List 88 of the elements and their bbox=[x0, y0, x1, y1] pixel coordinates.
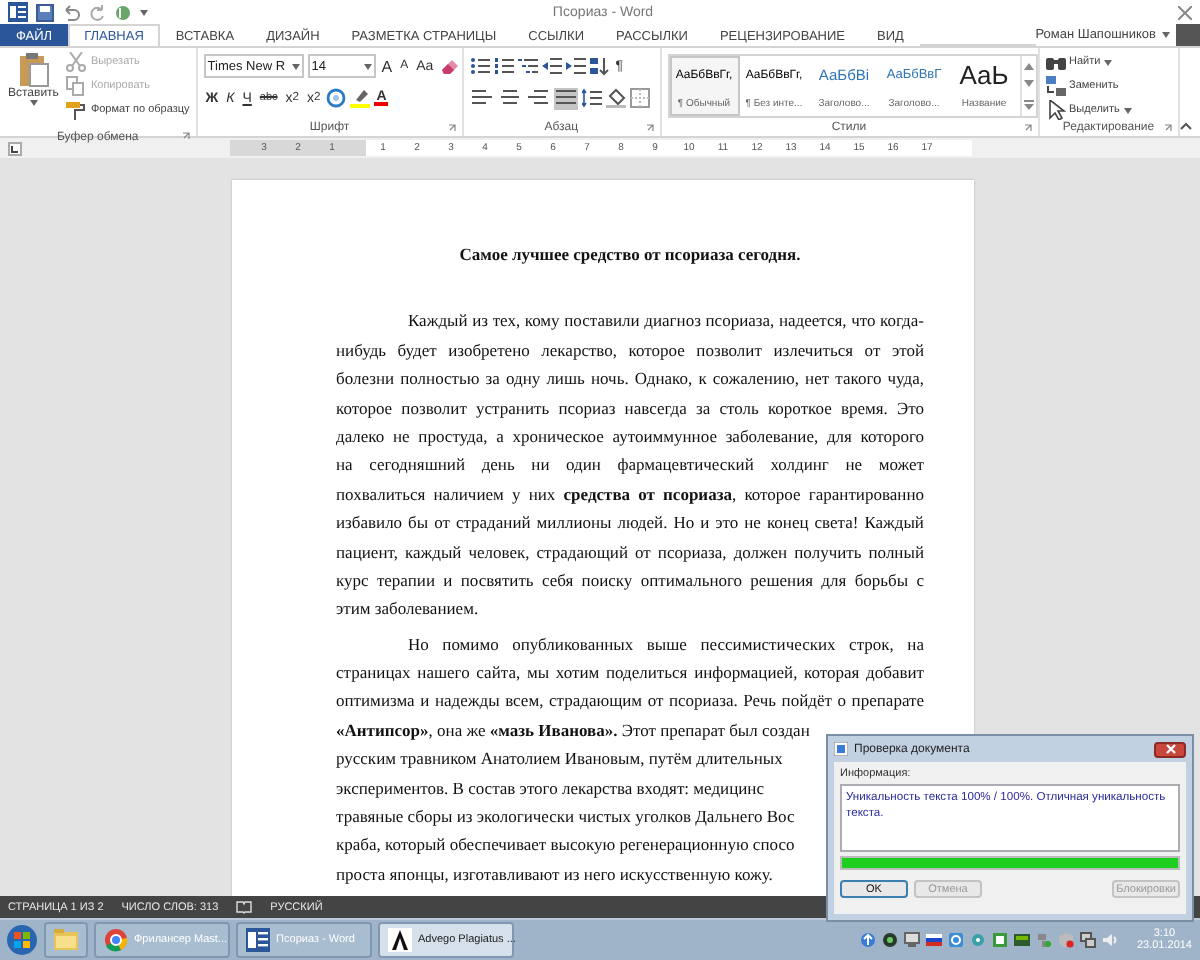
align-right-button[interactable] bbox=[525, 87, 550, 109]
letter-a-icon bbox=[388, 928, 412, 952]
text-line: страницах нашего сайта, мы хотим поделиться информацией, которая добавит bbox=[336, 660, 924, 687]
text-line: экспериментов. В состав этого лекарства входят: медицинс bbox=[336, 775, 764, 802]
tab-selector-icon[interactable] bbox=[8, 141, 22, 155]
text-effects-icon[interactable] bbox=[326, 88, 347, 108]
binoculars-icon bbox=[1045, 52, 1065, 72]
more-icon[interactable] bbox=[1023, 100, 1033, 111]
text-line: русским травником Анатолием Ивановым, путём длительных bbox=[336, 746, 783, 773]
shield-icon[interactable] bbox=[1058, 932, 1075, 948]
cursor-icon bbox=[1045, 100, 1065, 120]
text-line: проста японцы, изготавливают из него искусственную кожу. bbox=[336, 861, 773, 888]
dialog-launcher-icon[interactable] bbox=[447, 124, 456, 132]
text-line: курс терапии и посвятить себя поиску оптимального решения для борьбы с bbox=[336, 567, 924, 594]
grow-font-button[interactable]: A bbox=[379, 55, 395, 77]
multilevel-list-icon[interactable] bbox=[517, 56, 538, 76]
scroll-up-icon[interactable] bbox=[1023, 61, 1033, 70]
text-line: травяные сборы из экологически чистых уголков Дальнего Вос bbox=[336, 804, 795, 831]
close-icon bbox=[1165, 744, 1175, 754]
text-line: оптимизма и надежды всем, страдающим от псориаза. Речь пойдёт о препарате bbox=[336, 688, 924, 715]
increase-indent-icon[interactable] bbox=[565, 56, 586, 76]
text-line: избавило бы от страданий миллионы людей. Но и это не конец света! Каждый bbox=[336, 510, 924, 537]
caret-icon[interactable] bbox=[1162, 32, 1170, 38]
replace-icon bbox=[1045, 76, 1065, 96]
bullet-list-icon[interactable] bbox=[469, 56, 490, 76]
paintbrush-icon bbox=[66, 100, 87, 120]
close-icon[interactable] bbox=[1178, 5, 1192, 19]
document-title: Самое лучшее средство от псориаза сегодня. bbox=[457, 242, 803, 268]
caret-icon[interactable] bbox=[363, 63, 372, 69]
caret-icon[interactable] bbox=[140, 9, 148, 15]
monitor-icon[interactable] bbox=[904, 932, 921, 948]
scissors-icon bbox=[66, 52, 87, 72]
computer-icon[interactable] bbox=[1080, 932, 1097, 948]
caret-icon bbox=[1104, 59, 1113, 65]
line-spacing-icon[interactable] bbox=[581, 88, 602, 108]
scroll-down-icon[interactable] bbox=[1023, 80, 1033, 89]
text-line: этим заболеванием. bbox=[336, 596, 479, 623]
touch-mode-icon[interactable] bbox=[114, 3, 132, 21]
eraser-icon[interactable] bbox=[439, 56, 460, 76]
card-icon[interactable] bbox=[1014, 932, 1031, 948]
align-justify-button[interactable] bbox=[553, 87, 578, 109]
text-line: краба, который обеспечивает высокую регенерационную спосо bbox=[336, 832, 795, 859]
align-center-icon bbox=[499, 88, 520, 108]
close-button[interactable] bbox=[1154, 741, 1186, 757]
undo-icon[interactable] bbox=[62, 3, 80, 21]
dialog-launcher-icon[interactable] bbox=[1164, 124, 1172, 132]
square-icon[interactable] bbox=[948, 932, 965, 948]
decrease-indent-icon[interactable] bbox=[541, 56, 562, 76]
folder-icon bbox=[54, 928, 78, 952]
dialog-launcher-icon[interactable] bbox=[645, 124, 653, 132]
caret-icon[interactable] bbox=[291, 63, 300, 69]
text-line: «Антипсор», она же «мазь Иванова». Этот препарат был создан bbox=[336, 717, 810, 744]
text-line: пациент, каждый человек, страдающий от псориаза, должен получить полный bbox=[336, 539, 924, 566]
text-line: далеко не простуда, а хроническое аутоиммунное заболевание, для которого bbox=[336, 423, 924, 450]
clipboard-icon[interactable] bbox=[17, 52, 50, 88]
text-line: Каждый из тех, кому поставили диагноз псориаза, надеется, что когда- bbox=[406, 308, 924, 335]
avatar-placeholder bbox=[1176, 24, 1200, 46]
text-line: которое позволит устранить псориаз навсегда за столь короткое время. Это bbox=[336, 395, 924, 422]
align-center-button[interactable] bbox=[497, 87, 522, 109]
browser-icon bbox=[104, 928, 128, 952]
caret-icon bbox=[1123, 107, 1132, 113]
document-icon bbox=[246, 928, 270, 952]
proofing-book-icon[interactable] bbox=[236, 900, 253, 914]
upload-arrow-icon[interactable] bbox=[860, 932, 877, 948]
text-line: похвалиться наличием у них средства от псориаза, которое гарантированно bbox=[336, 481, 924, 508]
round-icon[interactable] bbox=[882, 932, 899, 948]
caret-icon[interactable] bbox=[29, 100, 38, 106]
align-left-button[interactable] bbox=[469, 87, 494, 109]
text-line: болезни полностью за одну лишь ночь. Однако, к сожалению, нет такого чуда, bbox=[336, 366, 924, 393]
text-line: Но помимо опубликованных выше пессимистических строк, на bbox=[406, 631, 924, 658]
paint-bucket-icon[interactable] bbox=[605, 88, 626, 108]
start-button-icon[interactable] bbox=[6, 924, 38, 956]
numbered-list-icon[interactable] bbox=[493, 56, 514, 76]
dialog-launcher-icon[interactable] bbox=[1023, 124, 1031, 132]
highlighter-icon[interactable] bbox=[350, 88, 371, 108]
app-icon bbox=[834, 742, 848, 756]
app-window-icon[interactable] bbox=[992, 932, 1009, 948]
dialog-launcher-icon[interactable] bbox=[181, 132, 190, 140]
align-right-icon bbox=[527, 88, 548, 108]
flag-icon[interactable] bbox=[926, 932, 943, 948]
save-icon[interactable] bbox=[36, 3, 54, 21]
copy-icon bbox=[66, 76, 87, 96]
align-left-icon bbox=[471, 88, 492, 108]
text-line: на сегодняшний день ни один фармацевтический холдинг не может bbox=[336, 452, 924, 479]
text-line: нибудь будет изобретено лекарство, которое позволит излечиться от этой bbox=[336, 337, 924, 364]
document-icon[interactable] bbox=[8, 2, 28, 22]
sort-icon[interactable] bbox=[589, 56, 610, 76]
align-justify-icon bbox=[555, 88, 576, 108]
